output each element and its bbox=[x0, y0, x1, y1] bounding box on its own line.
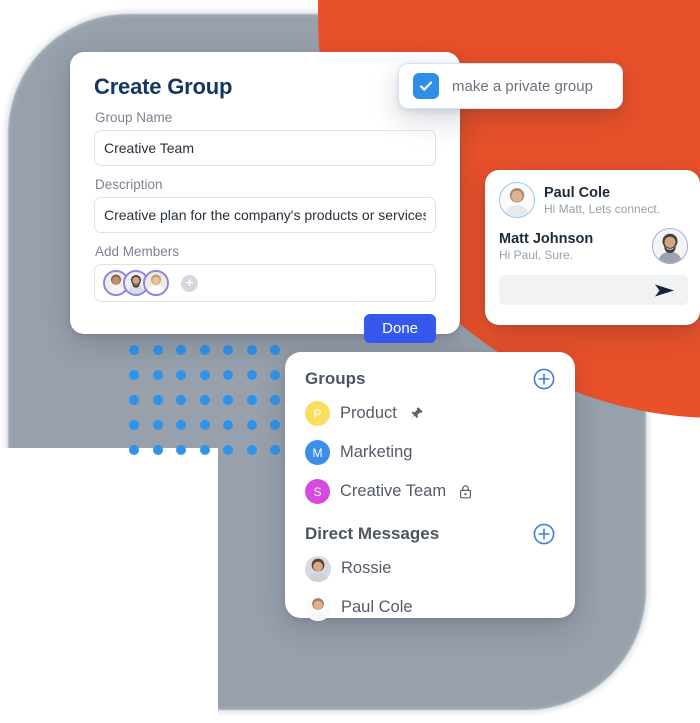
chat-message-outgoing: Matt Johnson Hi Paul, Sure. bbox=[499, 228, 688, 264]
chat-text: Paul Cole Hi Matt, Lets connect. bbox=[544, 185, 660, 216]
group-name-label: Group Name bbox=[95, 110, 173, 125]
group-avatar-initial: M bbox=[305, 440, 330, 465]
card-actions: Done bbox=[94, 314, 436, 343]
private-group-toggle[interactable]: make a private group bbox=[398, 63, 623, 109]
lock-icon bbox=[458, 484, 473, 499]
add-members-box[interactable]: + bbox=[94, 264, 436, 302]
group-label: Marketing bbox=[340, 443, 413, 461]
dm-row-paul-cole[interactable]: Paul Cole bbox=[305, 588, 555, 627]
avatar[interactable] bbox=[305, 594, 331, 621]
description-input[interactable] bbox=[94, 197, 436, 233]
group-label: Creative Team bbox=[340, 482, 447, 500]
add-members-field-group: Add Members + bbox=[94, 244, 436, 302]
chat-message-text: Hi Matt, Lets connect. bbox=[544, 201, 661, 216]
group-row-product[interactable]: P Product bbox=[305, 394, 555, 433]
add-direct-message-button[interactable] bbox=[533, 523, 555, 545]
add-group-button[interactable] bbox=[533, 368, 555, 390]
private-group-label: make a private group bbox=[452, 77, 593, 95]
dm-row-rossie[interactable]: Rossie bbox=[305, 549, 555, 588]
avatar[interactable] bbox=[652, 228, 688, 264]
panel-divider-space bbox=[305, 511, 555, 523]
dm-label: Rossie bbox=[341, 559, 392, 577]
group-name-field-group: Group Name bbox=[94, 110, 436, 166]
chat-sender-name: Paul Cole bbox=[544, 184, 611, 201]
page-title: Create Group bbox=[94, 74, 233, 99]
background-dot-grid bbox=[129, 345, 294, 470]
chat-sender-name: Matt Johnson bbox=[499, 230, 594, 247]
check-icon bbox=[419, 81, 433, 91]
groups-section-header: Groups bbox=[305, 368, 555, 390]
background-white-block bbox=[0, 448, 218, 723]
dm-label: Paul Cole bbox=[341, 598, 413, 616]
avatar[interactable] bbox=[305, 555, 331, 582]
dm-section-header: Direct Messages bbox=[305, 523, 555, 545]
add-member-plus-icon[interactable]: + bbox=[181, 274, 198, 292]
group-row-creative-team[interactable]: S Creative Team bbox=[305, 472, 555, 511]
group-row-marketing[interactable]: M Marketing bbox=[305, 433, 555, 472]
chat-message-incoming: Paul Cole Hi Matt, Lets connect. bbox=[499, 182, 688, 218]
screenshot-stage: Create Group Group Name Description Add … bbox=[0, 0, 700, 723]
chat-message-text: Hi Paul, Sure. bbox=[499, 247, 574, 262]
send-icon[interactable] bbox=[654, 283, 676, 298]
groups-panel: Groups P Product M Marketing S Creative … bbox=[285, 352, 575, 621]
done-button[interactable]: Done bbox=[364, 314, 436, 343]
avatar[interactable] bbox=[499, 182, 535, 218]
chat-card: Paul Cole Hi Matt, Lets connect. Matt Jo… bbox=[485, 170, 700, 325]
pin-icon bbox=[409, 406, 424, 421]
chat-input-bar[interactable] bbox=[499, 275, 688, 305]
group-name-input[interactable] bbox=[94, 130, 436, 166]
group-avatar-initial: P bbox=[305, 401, 330, 426]
private-group-checkbox[interactable] bbox=[413, 73, 439, 99]
description-label: Description bbox=[95, 177, 163, 192]
group-avatar-initial: S bbox=[305, 479, 330, 504]
add-members-label: Add Members bbox=[95, 244, 180, 259]
chat-text: Matt Johnson Hi Paul, Sure. bbox=[499, 231, 593, 262]
dm-section-title: Direct Messages bbox=[305, 524, 440, 543]
avatar[interactable] bbox=[143, 270, 169, 296]
group-label: Product bbox=[340, 404, 397, 422]
groups-section-title: Groups bbox=[305, 369, 366, 388]
description-field-group: Description bbox=[94, 177, 436, 233]
